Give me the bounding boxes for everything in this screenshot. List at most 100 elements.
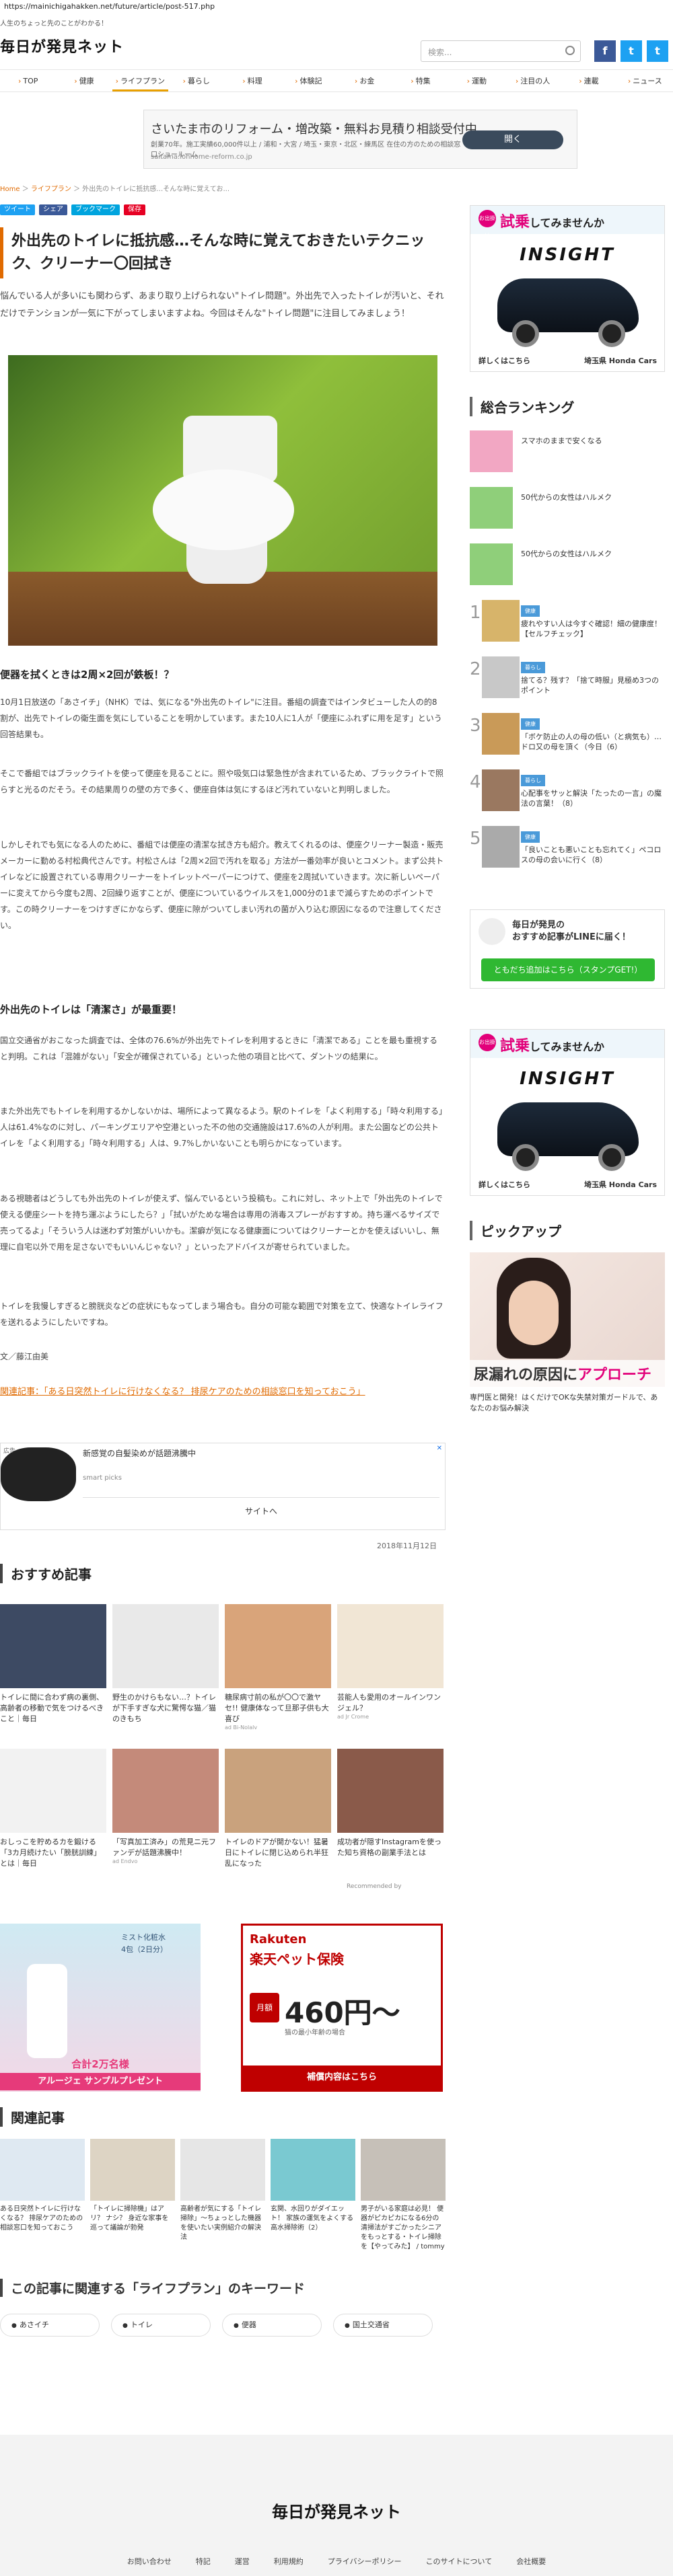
related-text: ある日突然トイレに行けなくなる？ 排尿ケアのための相談窓口を知っておこう [0, 2205, 83, 2232]
honda-car-ad[interactable]: お出掛け 試乗してみませんか INSIGHT 埼玉県 Honda Cars 詳しく… [470, 1029, 665, 1196]
footer-link[interactable]: 運営 [235, 2556, 250, 2567]
keyword-tag[interactable]: 便器 [222, 2314, 322, 2337]
ad-line: ミスト化粧水 [121, 1933, 166, 1942]
nav-news[interactable]: › ニュース [617, 70, 673, 91]
recommend-card[interactable]: トイレのドアが開かない！猛暑日にトイレに閉じ込められ半狂乱になった [225, 1749, 331, 1869]
footer-link[interactable]: 利用規約 [274, 2556, 304, 2567]
hatena-bookmark-button[interactable]: ブックマーク [71, 204, 120, 215]
related-card[interactable]: ある日突然トイレに行けなくなる？ 排尿ケアのための相談窓口を知っておこう [0, 2139, 85, 2233]
related-card[interactable]: 男子がいる家庭は必見！ 便器がピカピカになる6分の清掃法がすごかったシニアをもっ… [361, 2139, 446, 2252]
footer-link[interactable]: このサイトについて [426, 2556, 493, 2567]
paragraph: また外出先でもトイレを利用するかしないかは、場所によって異なるよう。駅のトイレを… [0, 1106, 443, 1148]
recommend-card[interactable]: トイレに間に合わず病の裏側、高齢者の移動で気をつけるべきこと｜毎日 [0, 1604, 106, 1725]
ranking-item[interactable]: 50代からの女性はハルメク [470, 543, 665, 585]
ad-headline: 試乗してみませんか [500, 214, 605, 231]
related-thumbnail [361, 2139, 446, 2201]
keyword-tag[interactable]: トイレ [111, 2314, 211, 2337]
nav-people[interactable]: › 注目の人 [505, 70, 561, 91]
ad-url: saitama.lohhome-reform.co.jp [151, 153, 252, 161]
line-add-friend-button[interactable]: ともだち追加はこちら（スタンプGET!） [481, 958, 655, 981]
ad-close-icon[interactable]: ✕ [437, 1445, 442, 1452]
car-model: INSIGHT [520, 1069, 615, 1089]
related-card[interactable]: 「トイレに掃除機」はアリ？ ナシ？ 身近な家事を巡って議論が勃発 [90, 2139, 175, 2233]
ranking-number: 5 [470, 829, 481, 849]
related-article-link[interactable]: 関連記事：「ある日突然トイレに行けなくなる？ 排尿ケアのための相談窓口を知ってお… [0, 1384, 444, 1400]
nav-money[interactable]: › お金 [336, 70, 392, 91]
site-logo[interactable]: 毎日が発見ネット [0, 35, 124, 56]
footer-link[interactable]: 会社概要 [516, 2556, 546, 2567]
recommend-source: ad Endvo [112, 1858, 138, 1864]
footer-link[interactable]: お問い合わせ [127, 2556, 172, 2567]
ranking-item[interactable]: スマホのままで安くなる [470, 430, 665, 472]
nav-exercise[interactable]: › 運動 [449, 70, 505, 91]
car-wheel [512, 1144, 539, 1171]
related-card[interactable]: 玄関、水回りがダイエット！ 家族の運気をよくする高水掃除術（2） [271, 2139, 355, 2233]
ranking-item[interactable]: 2 暮らし 捨てる？残す？「捨て時服」見極め3つのポイント [470, 656, 665, 698]
article-lead: 悩んでいる人が多いにも関わらず、あまり取り上げられない"トイレ問題"。外出先で入… [0, 291, 444, 319]
related-text: 高齢者が気にする「トイレ掃除」～ちょっとした機器を使いたい実例紹介の解決法 [180, 2205, 262, 2241]
nav-lifeplan[interactable]: › ライフプラン [112, 70, 168, 91]
share-icon[interactable]: t [647, 40, 668, 62]
ad-cta-button[interactable]: 補償内容はこちら [243, 2066, 441, 2090]
keyword-tag[interactable]: 国土交通省 [333, 2314, 433, 2337]
pickup-image[interactable]: 尿漏れの原因にアプローチ [470, 1252, 665, 1387]
nav-living[interactable]: › 暮らし [168, 70, 224, 91]
footer-link[interactable]: 特記 [196, 2556, 211, 2567]
ranking-text: 50代からの女性はハルメク [521, 550, 612, 558]
portrait-face [509, 1281, 559, 1345]
ranking-item[interactable]: 3 健康 「ボケ防止の人の母の低い（と病気も）…ドロ又の母を頂く（今日（6） [470, 713, 665, 755]
ranking-text-block: 暮らし 捨てる？残す？「捨て時服」見極め3つのポイント [521, 662, 662, 695]
keywords-title: この記事に関連する「ライフプラン」のキーワード [0, 2279, 305, 2297]
footer-link[interactable]: プライバシーポリシー [328, 2556, 402, 2567]
car-wheel [598, 1144, 625, 1171]
search-icon[interactable] [565, 46, 575, 55]
footer-logo[interactable]: 毎日が発見ネット [0, 2499, 673, 2522]
top-banner-ad[interactable]: さいたま市のリフォーム・増改築・無料お見積り相談受付中 創業70年。施工実績60… [143, 110, 577, 169]
rakuten-pet-insurance-ad[interactable]: Rakuten 楽天ペット保険 月額 460円～ 猫の最小年齢の場合 補償内容は… [241, 1924, 443, 2092]
search-input[interactable]: 検索... [421, 40, 581, 62]
recommend-card[interactable]: 「写真加工済み」の荒見ニ元ファンデが話題沸騰中！ ad Endvo [112, 1749, 219, 1864]
nav-health[interactable]: › 健康 [56, 70, 112, 91]
facebook-icon[interactable]: f [594, 40, 616, 62]
nav-experience[interactable]: › 体験記 [281, 70, 336, 91]
pinterest-save-button[interactable]: 保存 [124, 204, 145, 215]
arrow-icon: › [515, 77, 519, 85]
pickup-text[interactable]: 専門医と開発！はくだけでOKな失禁対策ガードルで、あなたのお悩み解決 [470, 1392, 665, 1414]
ad-open-button[interactable]: 開く [462, 130, 563, 149]
facebook-share-button[interactable]: シェア [39, 204, 67, 215]
tweet-button[interactable]: ツイート [0, 204, 35, 215]
arrow-icon: › [354, 77, 358, 85]
related-card[interactable]: 高齢者が気にする「トイレ掃除」～ちょっとした機器を使いたい実例紹介の解決法 [180, 2139, 265, 2242]
ad-source: smart picks [83, 1474, 122, 1482]
recommend-card[interactable]: おしっこを貯めるカを鍛ける「3カ月続けたい「膀胱訓練」とは｜毎日 [0, 1749, 106, 1869]
ranking-item[interactable]: 5 健康 「良いことも悪いことも忘れてく」ペコロスの母の会いに行く（8） [470, 826, 665, 868]
recommend-card[interactable]: 芸能人も愛用のオールインワンジェル？ ad Jr Crome [337, 1604, 444, 1720]
ad-note: 猫の最小年齢の場合 [285, 2029, 345, 2037]
search-placeholder: 検索... [428, 48, 452, 57]
keyword-tag[interactable]: あさイチ [0, 2314, 100, 2337]
arrow-icon: › [579, 77, 582, 85]
breadcrumb-home[interactable]: Home [0, 186, 20, 193]
breadcrumb-category[interactable]: ライフプラン [31, 186, 71, 193]
nav-top[interactable]: › TOP [0, 70, 56, 91]
nav-feature[interactable]: › 特集 [392, 70, 448, 91]
nav-series[interactable]: › 連載 [561, 70, 616, 91]
ad-monthly-label: 月額 [250, 1993, 279, 2022]
recommend-card[interactable]: 野生のかけらもない…？トイレが下手すぎな犬に驚愕な猫／猫のきもち [112, 1604, 219, 1725]
inline-native-ad[interactable]: 広告 新感覚の自髪染めが話題沸騰中 smart picks サイトへ ✕ [0, 1443, 446, 1530]
recommend-card[interactable]: 糖尿病寸前の私が〇〇で激ヤセ!! 健康体なって旦那子供も大喜び ad Bi-Nol… [225, 1604, 331, 1731]
address-bar[interactable]: https://mainichigahakken.net/future/arti… [0, 0, 673, 13]
ranking-item[interactable]: 4 暮らし 心配事をサッと解決「たったの一言」の魔法の言葉！（8） [470, 769, 665, 811]
recommend-card[interactable]: 成功者が隠すInstagramを使った知ち資格の副業手法とは [337, 1749, 444, 1858]
honda-car-ad[interactable]: お出掛け 試乗してみませんか INSIGHT 埼玉県 Honda Cars 詳しく… [470, 205, 665, 372]
article-hero-image [8, 355, 437, 646]
ad-line: 4包（2日分） [121, 1945, 168, 1954]
paragraph: 10月1日放送の「あさイチ」（NHK）では、気になる"外出先のトイレ"に注目。番… [0, 697, 442, 739]
twitter-icon[interactable]: t [621, 40, 642, 62]
cosmetic-sample-ad[interactable]: ミスト化粧水 4包（2日分） 合計2万名様 アルージェ サンプルプレゼント [0, 1924, 201, 2092]
paragraph: ある視聴者はどうしても外出先のトイレが使えず、悩んでいるという投稿も。これに対し… [0, 1194, 443, 1252]
ad-site-button[interactable]: サイトへ [83, 1497, 439, 1524]
ranking-item[interactable]: 1 健康 疲れやすい人は今すぐ確認！細の健康度！【セルフチェック】 [470, 600, 665, 642]
nav-cooking[interactable]: › 料理 [224, 70, 280, 91]
ranking-item[interactable]: 50代からの女性はハルメク [470, 487, 665, 529]
